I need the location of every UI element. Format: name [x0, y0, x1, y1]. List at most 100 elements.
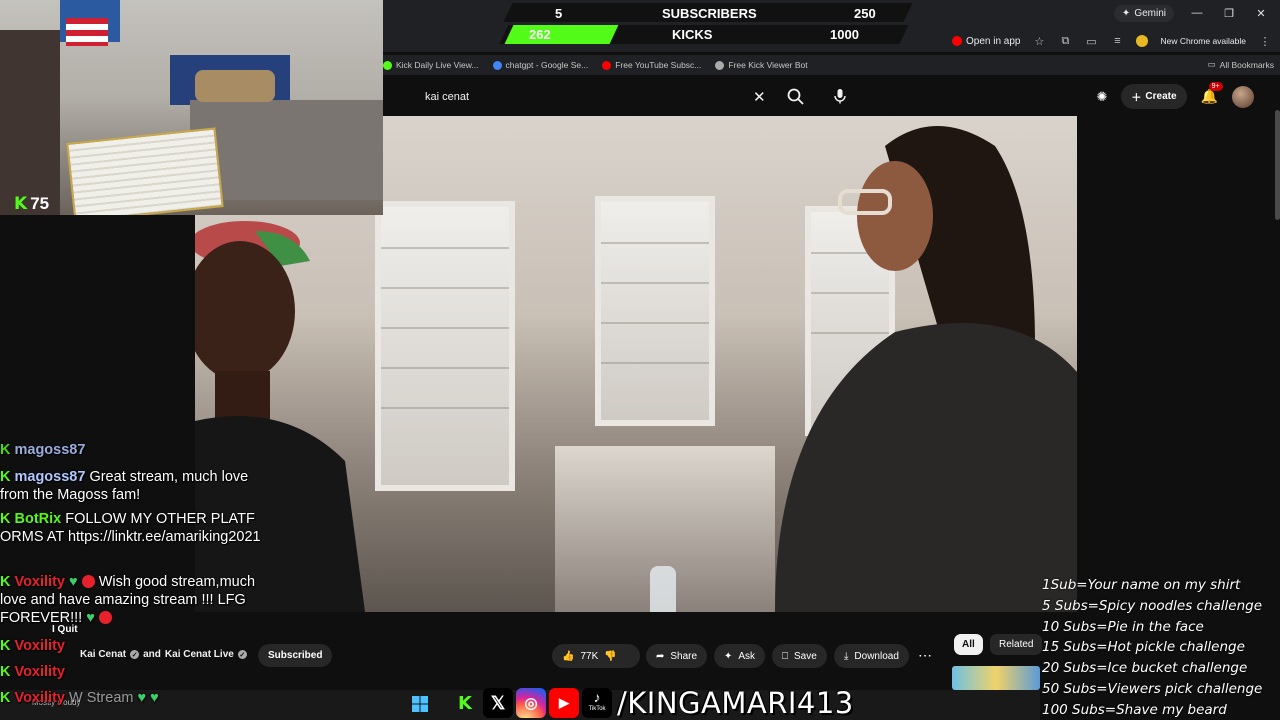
more-vert-icon[interactable]: ⋮ [1258, 34, 1272, 48]
sub-goal: 15 Subs=Hot pickle challenge [1042, 639, 1245, 656]
x-icon: 𝕏 [483, 688, 513, 718]
kick-badge-icon: K [0, 664, 11, 680]
related-thumbnail[interactable] [952, 666, 1040, 690]
screen: ✦ Gemini — ❐ ✕ Open in app ☆ ⧉ ▭ ≡ New C… [0, 0, 1280, 720]
chat-username: Voxility [14, 690, 65, 706]
bookmark-youtube-subs[interactable]: Free YouTube Subsc... [602, 60, 701, 70]
sub-goal: 100 Subs=Shave my beard [1042, 701, 1227, 718]
windows-start-icon[interactable] [412, 696, 428, 712]
create-button[interactable]: ＋ Create [1121, 84, 1187, 109]
kicks-label: KICKS [672, 27, 713, 42]
more-actions-icon[interactable]: ⋯ [918, 647, 932, 664]
chat-message-partial: Kmagoss87 [0, 441, 85, 459]
subscribers-goal: 250 [854, 6, 876, 21]
share-button[interactable]: ➦ Share [646, 644, 708, 668]
mic-mode-icon[interactable]: ✺ [1097, 89, 1108, 105]
water-bottle [650, 566, 676, 612]
menu-lines-icon[interactable]: ≡ [1110, 34, 1124, 48]
window-left [375, 201, 515, 491]
bookmark-chatgpt[interactable]: chatgpt - Google Se... [492, 60, 588, 70]
chat-message: K BotRix FOLLOW MY OTHER PLATFORMS AT htt… [0, 510, 262, 546]
kick-logo-icon: K [14, 194, 28, 214]
youtube-header-actions: ✺ ＋ Create 🔔 9+ [1097, 82, 1254, 109]
bookmark-kick-viewer-bot[interactable]: Free Kick Viewer Bot [715, 60, 808, 70]
social-links: K 𝕏 ◎ ▶ ♪ TikTok [450, 688, 612, 718]
pillow [195, 70, 275, 102]
bookmark-icon: ⎕ [782, 650, 788, 662]
profile-icon[interactable] [1136, 35, 1149, 47]
sparkle-icon: ✦ [724, 650, 733, 662]
bookmark-kick-daily[interactable]: Kick Daily Live View... [383, 60, 479, 70]
kicks-current: 262 [529, 27, 551, 42]
sub-goal: 5 Subs=Spicy noodles challenge [1042, 597, 1263, 614]
open-in-app-button[interactable]: Open in app [951, 35, 1021, 47]
white-cushion [66, 127, 224, 215]
chip-all[interactable]: All [954, 634, 983, 655]
close-window-icon[interactable]: ✕ [1252, 7, 1270, 20]
chat-text: W Stream [69, 690, 134, 706]
youtube-icon: ▶ [549, 688, 579, 718]
folder-icon: ▭ [1207, 59, 1216, 69]
address-bar-actions: Open in app ☆ ⧉ ▭ ≡ New Chrome available… [951, 30, 1272, 52]
all-bookmarks[interactable]: ▭ All Bookmarks [1208, 59, 1274, 70]
download-icon: ⤓ [844, 650, 849, 662]
chat-message: K Voxility [0, 663, 65, 681]
sub-goal: 1Sub=Your name on my shirt [1042, 577, 1241, 593]
ask-button[interactable]: ✦ Ask [714, 644, 766, 668]
like-icon[interactable]: 👍 [562, 651, 574, 662]
sub-goal: 10 Subs=Pie in the face [1042, 618, 1204, 635]
microphone-icon[interactable] [831, 87, 849, 105]
green-heart-icon: ♥ [150, 690, 159, 706]
kick-icon: K [458, 692, 472, 714]
bookmarks-bar: Kick Daily Live View... chatgpt - Google… [383, 55, 1280, 75]
tiktok-label: TikTok [588, 706, 606, 712]
subs-kicks-counter: 5 SUBSCRIBERS 250 262 KICKS 1000 [490, 2, 913, 46]
chat-username: magoss87 [14, 469, 86, 485]
notifications-badge: 9+ [1208, 82, 1223, 91]
avatar[interactable] [1232, 85, 1254, 108]
chip-related[interactable]: Related [990, 634, 1043, 655]
extensions-icon[interactable]: ⧉ [1058, 34, 1072, 48]
search-input[interactable]: kai cenat [413, 82, 773, 112]
chat-username: Voxility [14, 574, 65, 590]
kick-viewer-count: K 75 [14, 194, 49, 214]
open-in-app-label: Open in app [965, 35, 1021, 47]
notifications-bell-icon[interactable]: 🔔 9+ [1201, 82, 1223, 105]
clear-search-icon[interactable]: ✕ [753, 88, 766, 106]
page-scrollbar[interactable] [1275, 110, 1280, 220]
window-controls: ✦ Gemini — ❐ ✕ [1113, 0, 1280, 26]
bookmark-star-icon[interactable]: ☆ [1032, 34, 1046, 48]
kick-badge-icon: K [0, 511, 11, 527]
chat-username: Voxility [14, 664, 65, 680]
kick-favicon-icon [383, 60, 392, 70]
window-center [595, 196, 715, 426]
minimize-icon[interactable]: — [1188, 7, 1206, 19]
youtube-favicon-icon [602, 60, 612, 70]
chat-message: K Voxility W Stream ♥ ♥ [0, 689, 159, 707]
save-button[interactable]: ⎕ Save [772, 644, 827, 668]
flag-poster [66, 18, 108, 46]
download-button[interactable]: ⤓ Download [834, 644, 909, 668]
restore-icon[interactable]: ❐ [1220, 7, 1238, 20]
sub-goal: 50 Subs=Viewers pick challenge [1042, 680, 1263, 697]
like-count[interactable]: 77K [580, 651, 598, 662]
kicks-goal: 1000 [830, 27, 859, 42]
dresser [0, 30, 60, 215]
green-heart-icon: ♥ [69, 574, 78, 590]
dislike-icon[interactable]: 👎 [604, 651, 616, 662]
bookmark-label: Free Kick Viewer Bot [728, 60, 808, 70]
kick-chat-overlay: Kmagoss87 Kmagoss87 Great stream, much l… [0, 441, 270, 720]
new-chrome-available[interactable]: New Chrome available [1160, 36, 1246, 46]
search-value: kai cenat [425, 91, 470, 103]
save-label: Save [794, 650, 817, 662]
woman-in-video [775, 126, 1077, 612]
kick-badge-icon: K [0, 442, 11, 458]
cast-icon[interactable]: ▭ [1084, 34, 1098, 48]
subscribers-current: 5 [555, 6, 563, 21]
bookmark-label: Kick Daily Live View... [396, 60, 479, 70]
like-dislike-group: 👍 77K 👎 [552, 644, 640, 668]
gemini-button[interactable]: ✦ Gemini [1113, 4, 1174, 22]
kick-badge-icon: K [0, 469, 11, 485]
chat-username: Voxility [14, 638, 65, 654]
search-icon[interactable] [786, 87, 806, 107]
